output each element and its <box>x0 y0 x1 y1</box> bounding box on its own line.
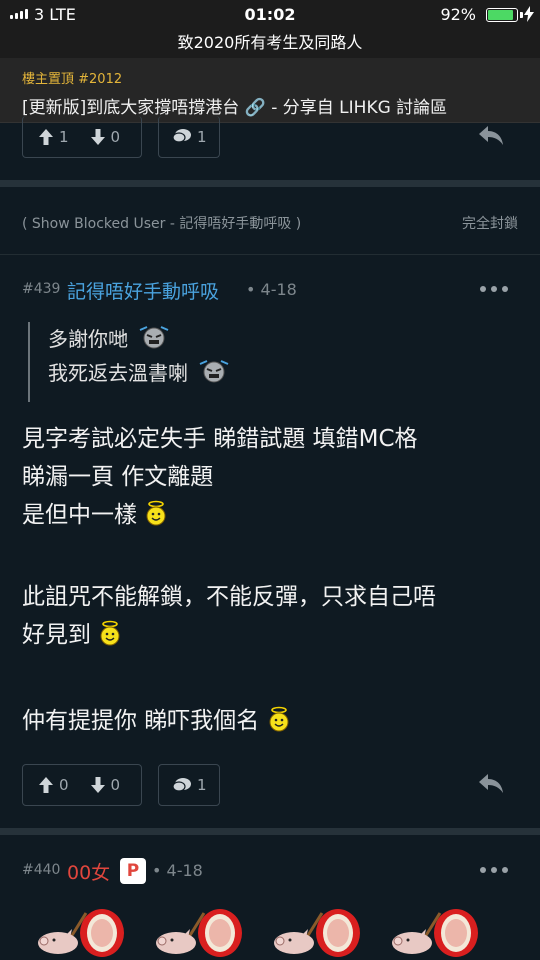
share-icon[interactable] <box>478 124 504 146</box>
body-line: 是但中一樣 <box>22 496 418 534</box>
quote-line: 我死返去溫書喇 <box>48 356 230 390</box>
status-bar: 3 LTE 01:02 92% <box>0 0 540 30</box>
downvote-count: 0 <box>110 776 121 794</box>
pinned-post[interactable]: 樓主置頂 #2012 [更新版]到底大家撐唔撐港台 🔗 - 分享自 LIHKG … <box>0 58 540 123</box>
upvote-button[interactable]: 0 <box>39 776 69 794</box>
angel-emoji <box>100 620 120 646</box>
pinned-tag: 樓主置頂 #2012 <box>22 72 123 87</box>
divider <box>0 254 540 255</box>
pig-drum-emoji <box>38 909 124 957</box>
downvote-icon <box>90 128 105 145</box>
angry-emoji <box>199 360 229 383</box>
battery-percent: 92% <box>440 5 476 24</box>
vote-group: 1 0 <box>22 116 142 158</box>
battery-icon <box>486 8 518 22</box>
more-icon[interactable] <box>480 867 508 873</box>
post-body-2: 此詛咒不能解鎖，不能反彈，只求自己唔 好見到 <box>22 578 436 654</box>
body-line: 此詛咒不能解鎖，不能反彈，只求自己唔 <box>22 584 436 610</box>
upvote-count: 0 <box>59 776 69 794</box>
comment-icon <box>173 129 191 143</box>
body-line: 好見到 <box>22 616 436 654</box>
comment-icon <box>173 777 191 792</box>
reply-button[interactable]: 1 <box>158 764 220 806</box>
downvote-button[interactable]: 0 <box>90 776 121 794</box>
pig-drum-emoji <box>392 909 478 957</box>
post-body: 見字考試必定失手 睇錯試題 填錯MC格 睇漏一頁 作文離題 是但中一樣 <box>22 420 418 534</box>
share-icon[interactable] <box>478 772 504 794</box>
quoted-reply: 多謝你哋 我死返去溫書喇 <box>28 322 230 402</box>
post-divider <box>0 828 540 835</box>
more-icon[interactable] <box>480 286 508 292</box>
downvote-count: 0 <box>110 127 121 146</box>
angel-emoji <box>269 706 289 732</box>
charging-icon <box>524 6 534 22</box>
show-blocked-user[interactable]: ( Show Blocked User - 記得唔好手動呼吸 ) <box>22 213 301 233</box>
reply-count: 1 <box>197 776 207 794</box>
reply-count: 1 <box>197 127 207 146</box>
post-number: #440 <box>22 862 61 878</box>
downvote-icon <box>90 777 105 793</box>
upvote-button[interactable]: 1 <box>39 128 69 146</box>
post-date: • 4-18 <box>246 280 297 299</box>
thread-title[interactable]: 致2020所有考生及同路人 <box>0 30 540 58</box>
block-user-button[interactable]: 完全封鎖 <box>462 213 518 233</box>
pig-drum-emoji <box>274 909 360 957</box>
angel-emoji <box>146 500 166 526</box>
post-number: #439 <box>22 281 61 297</box>
emoji-row <box>36 905 478 960</box>
post-date: • 4-18 <box>152 861 203 880</box>
battery-level <box>488 10 513 20</box>
body-line: 仲有提提你 睇吓我個名 <box>22 702 291 740</box>
upvote-icon <box>39 128 53 145</box>
reply-button[interactable]: 1 <box>158 116 220 158</box>
post-body-3: 仲有提提你 睇吓我個名 <box>22 702 291 740</box>
body-line: 睇漏一頁 作文離題 <box>22 464 214 490</box>
post-username[interactable]: 記得唔好手動呼吸 <box>67 277 219 304</box>
upvote-icon <box>39 777 53 793</box>
vote-group: 0 0 <box>22 764 142 806</box>
upvote-count: 1 <box>59 127 69 146</box>
post-divider <box>0 180 540 187</box>
angry-emoji <box>139 326 169 349</box>
battery-tip <box>520 12 523 18</box>
pig-drum-emoji <box>156 909 242 957</box>
premium-badge: P <box>120 858 146 884</box>
downvote-button[interactable]: 0 <box>90 127 121 146</box>
post-username[interactable]: 00女 <box>67 858 110 885</box>
quote-line: 多謝你哋 <box>48 322 230 356</box>
body-line: 見字考試必定失手 睇錯試題 填錯MC格 <box>22 426 418 452</box>
pinned-title[interactable]: [更新版]到底大家撐唔撐港台 🔗 - 分享自 LIHKG 討論區 <box>22 93 447 118</box>
